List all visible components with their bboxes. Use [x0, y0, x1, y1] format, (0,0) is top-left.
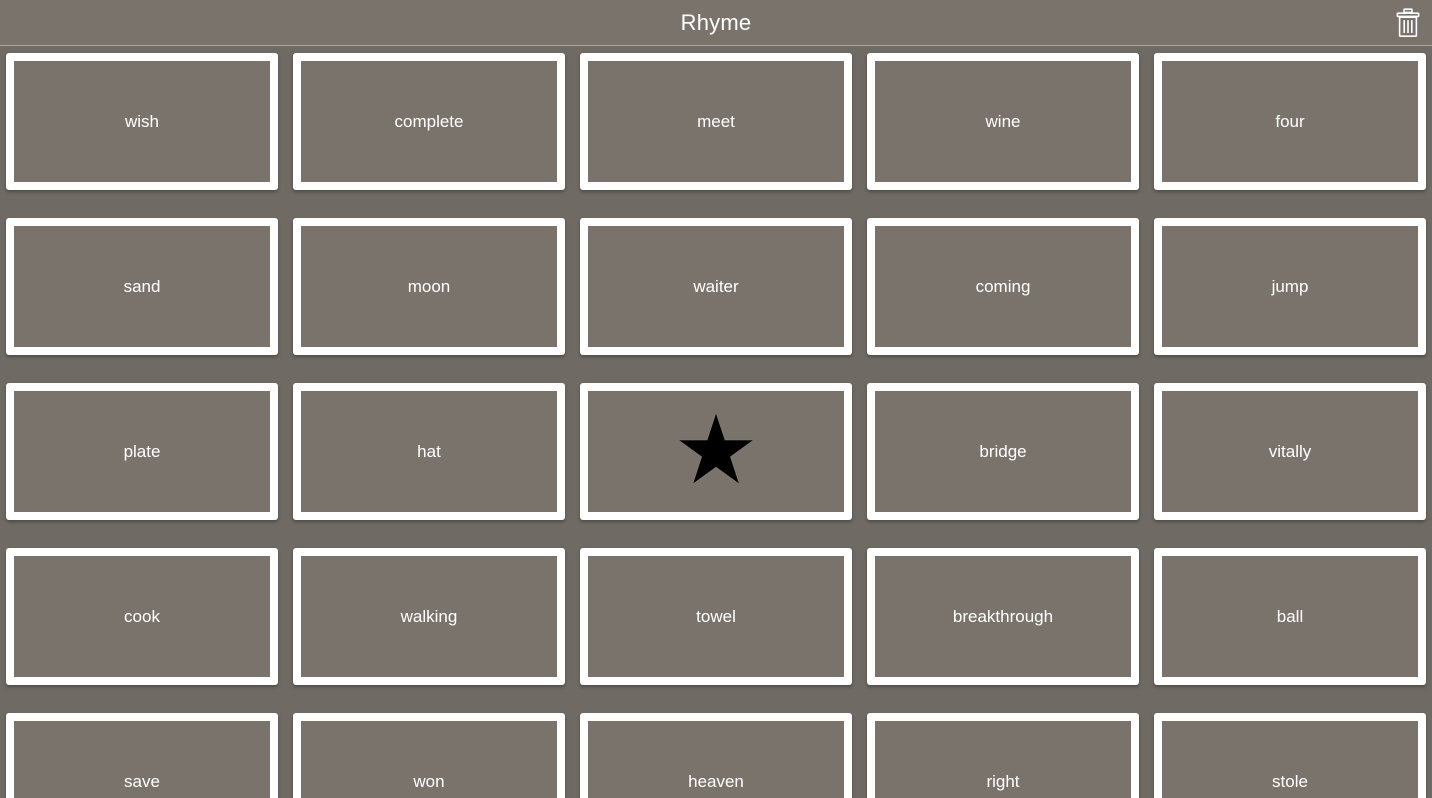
card-face: four	[1162, 61, 1418, 182]
page-title: Rhyme	[680, 9, 752, 35]
word-card[interactable]: breakthrough	[867, 548, 1139, 685]
card-face: jump	[1162, 226, 1418, 347]
card-label: moon	[407, 276, 451, 296]
card-face: wish	[14, 61, 270, 182]
card-face: plate	[14, 391, 270, 512]
word-card[interactable]: ball	[1154, 548, 1426, 685]
card-label: right	[986, 771, 1020, 791]
card-label: won	[413, 771, 445, 791]
word-card[interactable]: hat	[293, 383, 565, 520]
card-label: cook	[124, 606, 160, 626]
card-label: wine	[985, 111, 1021, 131]
card-label: vitally	[1268, 441, 1312, 461]
card-face: coming	[875, 226, 1131, 347]
word-card[interactable]: bridge	[867, 383, 1139, 520]
card-face: complete	[301, 61, 557, 182]
word-card[interactable]: won	[293, 713, 565, 798]
card-label: sand	[123, 276, 161, 296]
card-label: coming	[975, 276, 1031, 296]
card-face: breakthrough	[875, 556, 1131, 677]
word-card[interactable]: towel	[580, 548, 852, 685]
card-label: save	[124, 771, 160, 791]
card-face: ★	[588, 391, 844, 512]
trash-button[interactable]	[1390, 5, 1426, 41]
word-card[interactable]: stole	[1154, 713, 1426, 798]
card-label: waiter	[693, 276, 739, 296]
card-label: heaven	[688, 771, 744, 791]
card-grid: wish complete meet wine four sand moon waiter co…	[0, 46, 1432, 798]
word-card[interactable]: sand	[6, 218, 278, 355]
app-header: Rhyme	[0, 0, 1432, 46]
card-label: walking	[400, 606, 458, 626]
card-face: stole	[1162, 721, 1418, 798]
card-face: heaven	[588, 721, 844, 798]
card-label: plate	[123, 441, 161, 461]
word-card[interactable]: meet	[580, 53, 852, 190]
card-face: wine	[875, 61, 1131, 182]
card-face: meet	[588, 61, 844, 182]
card-label: wish	[124, 111, 159, 131]
card-label: bridge	[979, 441, 1027, 461]
word-card[interactable]: wish	[6, 53, 278, 190]
word-card[interactable]: coming	[867, 218, 1139, 355]
word-card[interactable]: jump	[1154, 218, 1426, 355]
word-card[interactable]: vitally	[1154, 383, 1426, 520]
word-card[interactable]: wine	[867, 53, 1139, 190]
word-card[interactable]: moon	[293, 218, 565, 355]
card-face: towel	[588, 556, 844, 677]
word-card[interactable]: cook	[6, 548, 278, 685]
word-card[interactable]: plate	[6, 383, 278, 520]
star-icon: ★	[672, 397, 760, 505]
word-card[interactable]: walking	[293, 548, 565, 685]
card-label: ball	[1276, 606, 1304, 626]
card-face: bridge	[875, 391, 1131, 512]
card-label: towel	[696, 606, 736, 626]
word-card[interactable]: four	[1154, 53, 1426, 190]
card-face: save	[14, 721, 270, 798]
card-face: hat	[301, 391, 557, 512]
card-face: walking	[301, 556, 557, 677]
word-card[interactable]: waiter	[580, 218, 852, 355]
word-card[interactable]: complete	[293, 53, 565, 190]
star-card[interactable]: ★	[580, 383, 852, 520]
card-label: meet	[697, 111, 735, 131]
card-label: breakthrough	[952, 606, 1054, 626]
card-face: sand	[14, 226, 270, 347]
card-label: jump	[1271, 276, 1309, 296]
card-label: four	[1275, 111, 1305, 131]
card-face: cook	[14, 556, 270, 677]
card-label: stole	[1272, 771, 1308, 791]
word-card[interactable]: heaven	[580, 713, 852, 798]
card-face: ball	[1162, 556, 1418, 677]
card-label: hat	[417, 441, 441, 461]
word-card[interactable]: save	[6, 713, 278, 798]
card-face: vitally	[1162, 391, 1418, 512]
card-label: complete	[394, 111, 464, 131]
card-face: moon	[301, 226, 557, 347]
card-face: waiter	[588, 226, 844, 347]
trash-icon	[1395, 7, 1421, 38]
word-card[interactable]: right	[867, 713, 1139, 798]
card-face: right	[875, 721, 1131, 798]
card-face: won	[301, 721, 557, 798]
